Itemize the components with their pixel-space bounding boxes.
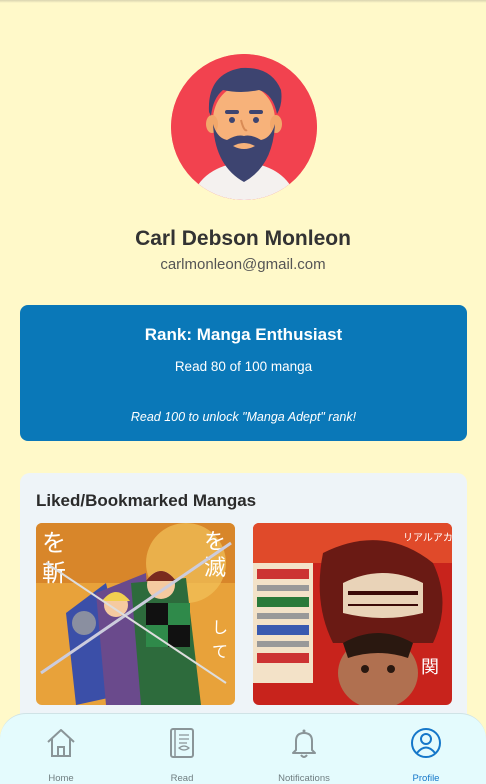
book-icon bbox=[170, 728, 194, 758]
section-title: Liked/Bookmarked Mangas bbox=[36, 491, 257, 510]
nav-profile-label: Profile bbox=[412, 773, 440, 784]
nav-notifications[interactable]: Notifications bbox=[243, 714, 365, 784]
rank-progress-text: Read 80 of 100 manga bbox=[174, 359, 313, 374]
rank-unlock-hint: Read 100 to unlock "Manga Adept" rank! bbox=[130, 410, 357, 424]
bottom-navigation: Home Read Notifications Profile bbox=[0, 713, 486, 784]
manga-cover-attack-on-titan: リアルアカウント 関 bbox=[253, 523, 452, 705]
liked-mangas-section: Liked/Bookmarked Mangas を 斬 を 滅 し て リアルア… bbox=[20, 473, 467, 733]
manga-cover-card[interactable]: を 斬 を 滅 し て bbox=[36, 523, 235, 705]
nav-notifications-label: Notifications bbox=[278, 773, 330, 784]
svg-text:リアルアカウント: リアルアカウント bbox=[403, 532, 452, 544]
svg-text:を: を bbox=[204, 530, 226, 555]
nav-home-label: Home bbox=[48, 773, 74, 784]
home-icon bbox=[47, 729, 75, 757]
nav-home[interactable]: Home bbox=[0, 714, 122, 784]
profile-icon bbox=[411, 728, 441, 758]
profile-name: Carl Debson Monleon bbox=[135, 227, 351, 250]
bell-icon bbox=[292, 729, 316, 758]
profile-email: carlmonleon@gmail.com bbox=[160, 256, 326, 273]
manga-cover-demon-slayer: を 斬 を 滅 し て bbox=[36, 523, 235, 705]
svg-text:し: し bbox=[212, 618, 228, 637]
bearded-man-avatar-icon bbox=[171, 54, 317, 200]
avatar bbox=[171, 54, 317, 200]
rank-card: Rank: Manga Enthusiast Read 80 of 100 ma… bbox=[20, 305, 467, 441]
nav-profile[interactable]: Profile bbox=[365, 714, 486, 784]
rank-title: Rank: Manga Enthusiast bbox=[144, 325, 343, 344]
svg-text:て: て bbox=[212, 642, 228, 661]
svg-text:を: を bbox=[42, 529, 66, 557]
nav-read[interactable]: Read bbox=[121, 714, 243, 784]
manga-cover-card[interactable]: リアルアカウント 関 bbox=[253, 523, 452, 705]
svg-text:関: 関 bbox=[421, 657, 439, 678]
status-shadow bbox=[0, 0, 486, 3]
nav-read-label: Read bbox=[170, 773, 194, 784]
